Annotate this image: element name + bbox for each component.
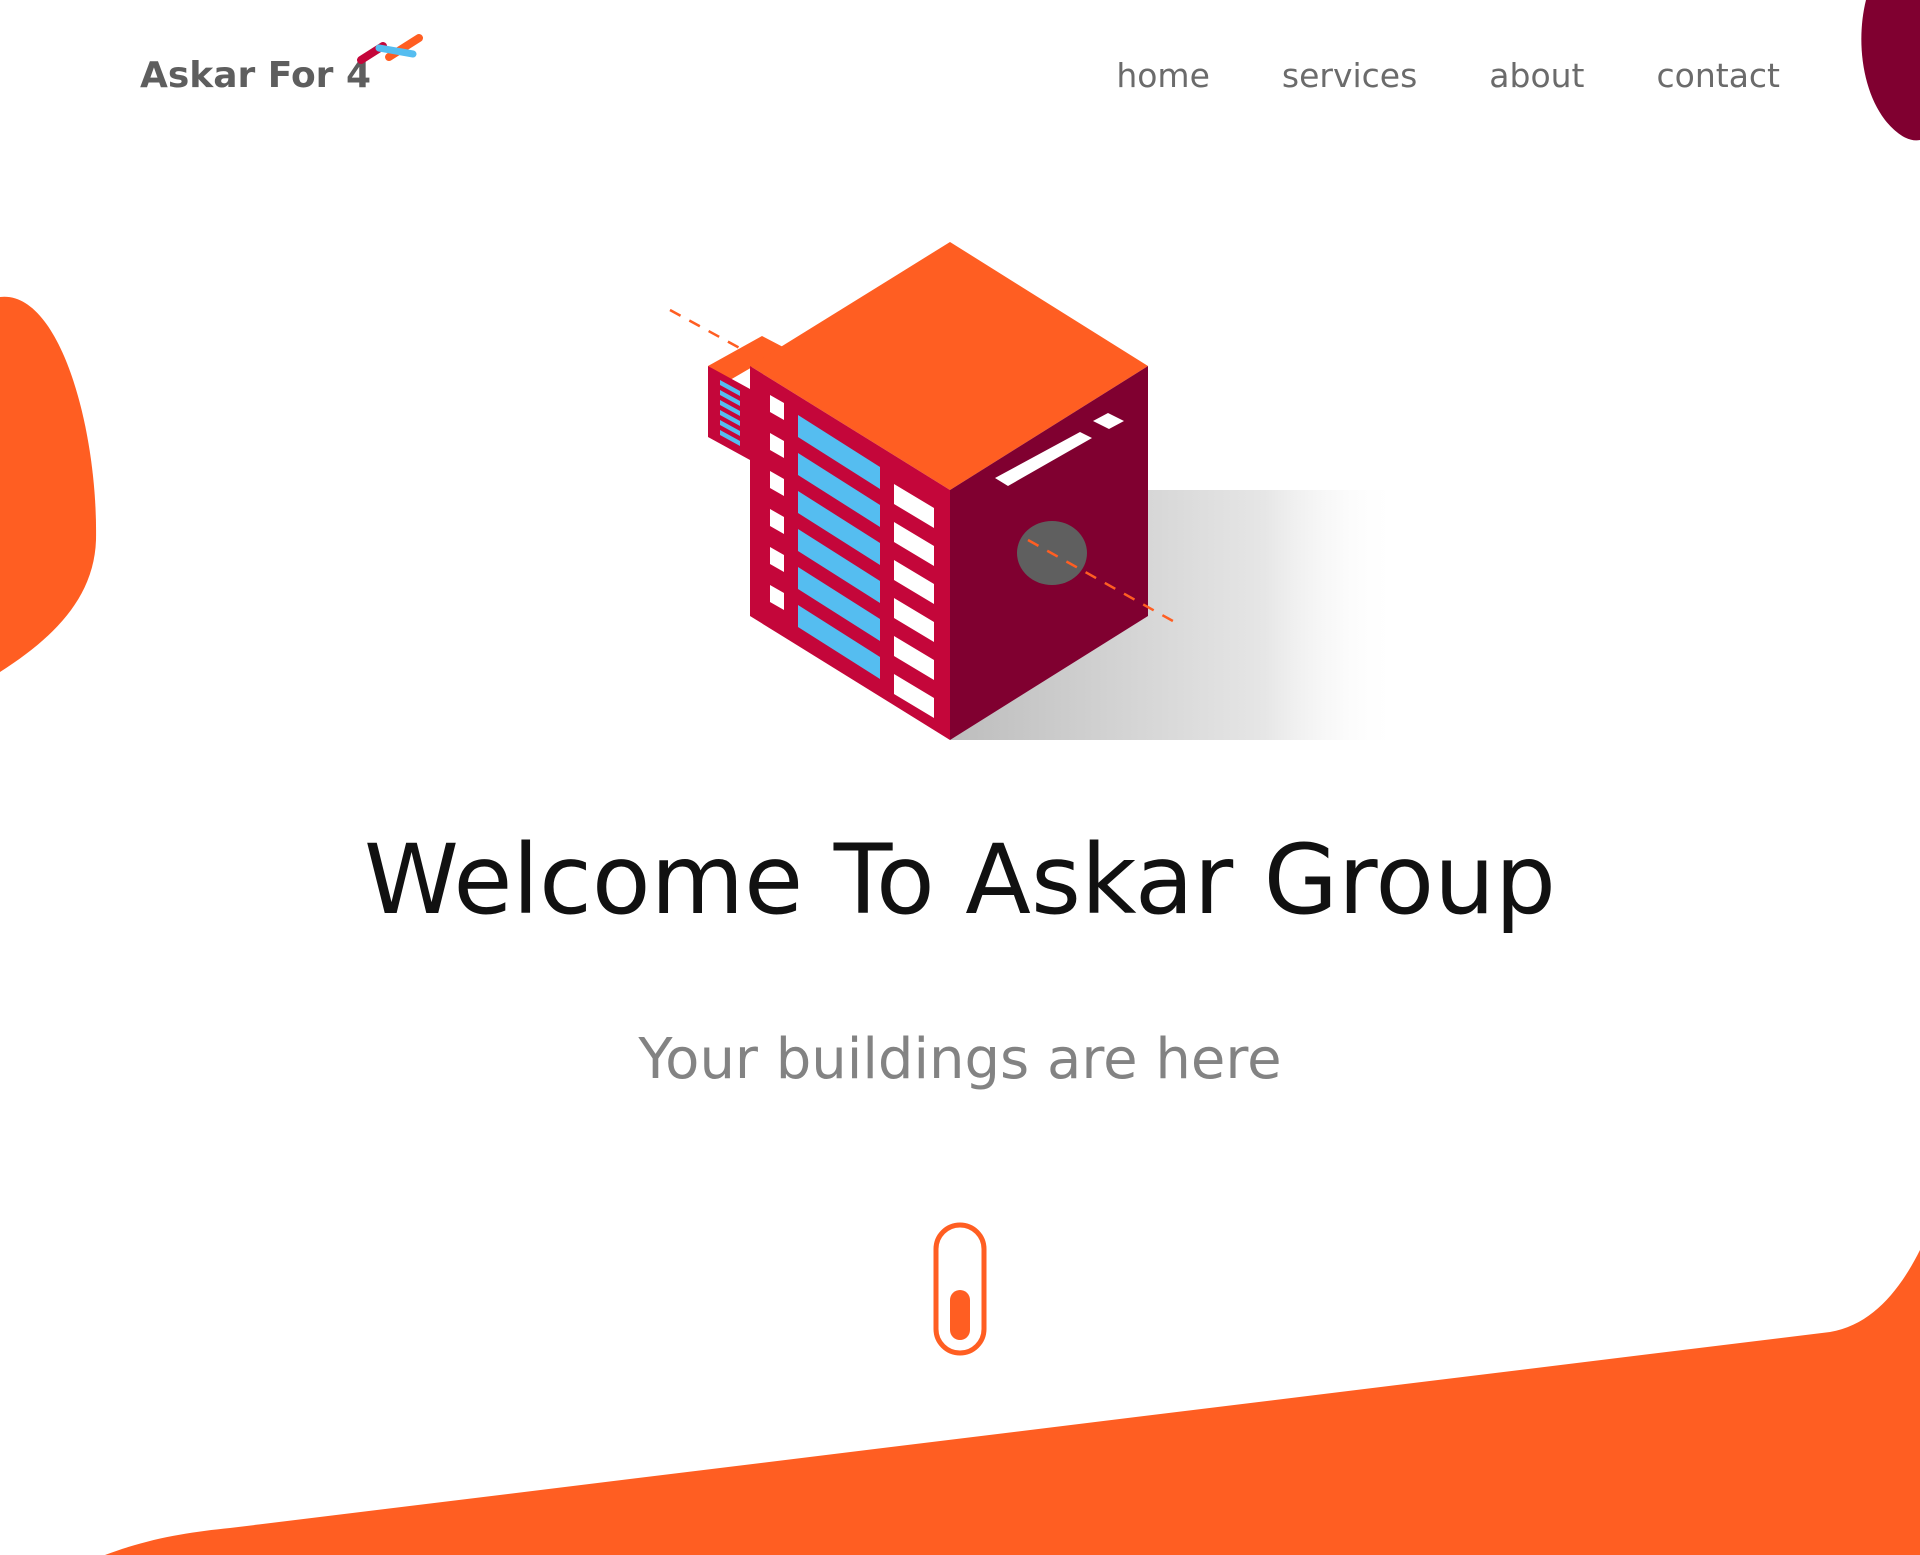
- top-right-maroon-blob: [1861, 0, 1920, 141]
- brand-name: Askar For 4: [140, 55, 372, 96]
- main-nav: home services about contact: [1044, 52, 1780, 100]
- nav-services[interactable]: services: [1282, 52, 1417, 100]
- hero-subtitle: Your buildings are here: [638, 1027, 1282, 1092]
- building-illustration: [669, 242, 1400, 740]
- left-orange-blob: [0, 296, 97, 672]
- bottom-orange-wave: [105, 1250, 1920, 1555]
- nav-home[interactable]: home: [1116, 52, 1210, 100]
- scroll-mouse-icon[interactable]: [933, 1222, 987, 1356]
- brand-logo-icon: [357, 34, 423, 64]
- nav-about[interactable]: about: [1489, 52, 1584, 100]
- brand-logo[interactable]: Askar For 4: [140, 34, 423, 106]
- landing-page: Askar For 4 home services about contact: [0, 0, 1920, 1555]
- nav-contact[interactable]: contact: [1657, 52, 1781, 100]
- hero-title: Welcome To Askar Group: [364, 824, 1556, 936]
